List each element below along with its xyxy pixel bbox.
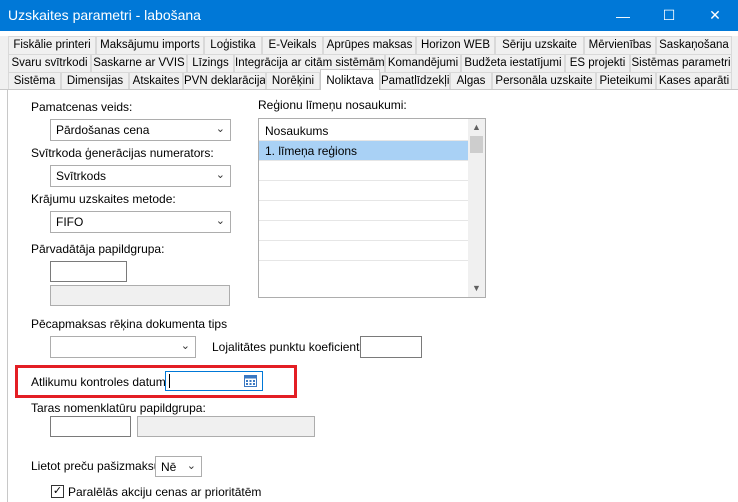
list-item-empty[interactable] xyxy=(259,180,470,200)
tab-mervienibas[interactable]: Mērvienības xyxy=(584,36,656,54)
list-item-empty[interactable] xyxy=(259,260,470,280)
tab-budzeta-iestatijumi[interactable]: Budžeta iestatījumi xyxy=(461,54,565,72)
goods-nomenclature-subgroup-label: Taras nomenklatūru papildgrupa: xyxy=(31,401,206,415)
inventory-method-label: Krājumu uzskaites metode: xyxy=(31,192,176,206)
barcode-generator-value: Svītrkods xyxy=(56,169,107,183)
balance-control-date-input[interactable] xyxy=(165,371,263,391)
tab-logistika[interactable]: Loģistika xyxy=(204,36,262,54)
minimize-button[interactable]: — xyxy=(600,0,646,31)
tab-sistema[interactable]: Sistēma xyxy=(8,72,61,90)
base-price-type-value: Pārdošanas cena xyxy=(56,123,150,137)
scroll-thumb[interactable] xyxy=(470,136,483,153)
tab-pieteikumi[interactable]: Pieteikumi xyxy=(596,72,656,90)
tab-algas[interactable]: Algas xyxy=(450,72,492,90)
tab-norekini[interactable]: Norēķini xyxy=(266,72,320,90)
maximize-button[interactable]: ☐ xyxy=(646,0,692,31)
chevron-down-icon: ⌄ xyxy=(215,169,225,181)
balance-control-date-label: Atlikumu kontroles datums: xyxy=(31,375,176,389)
tab-seriju-uzskaite[interactable]: Sēriju uzskaite xyxy=(495,36,584,54)
tab-dimensijas[interactable]: Dimensijas xyxy=(61,72,129,90)
tab-row-1: Fiskālie printeri Maksājumu imports Loģi… xyxy=(0,36,738,54)
tab-kases-aparati[interactable]: Kases aparāti xyxy=(656,72,732,90)
title-bar: Uzskaites parametri - labošana — ☐ ✕ xyxy=(0,0,738,31)
list-item-empty[interactable] xyxy=(259,220,470,240)
tab-noliktava[interactable]: Noliktava xyxy=(320,69,380,90)
inventory-method-select[interactable]: FIFO ⌄ xyxy=(50,211,231,233)
inventory-method-value: FIFO xyxy=(56,215,84,229)
tab-atskaites[interactable]: Atskaites xyxy=(129,72,183,90)
base-price-type-select[interactable]: Pārdošanas cena ⌄ xyxy=(50,119,231,141)
regions-scrollbar[interactable]: ▲ ▼ xyxy=(468,119,485,297)
seller-subgroup-input[interactable] xyxy=(50,261,127,282)
tab-horizon-web[interactable]: Horizon WEB xyxy=(416,36,495,54)
window-title: Uzskaites parametri - labošana xyxy=(8,7,201,23)
tab-row-3: Sistēma Dimensijas Atskaites PVN deklarā… xyxy=(0,69,738,90)
loyalty-coefficient-input[interactable] xyxy=(360,336,422,358)
list-item-empty[interactable] xyxy=(259,200,470,220)
chevron-down-icon: ⌄ xyxy=(186,460,196,472)
barcode-generator-select[interactable]: Svītrkods ⌄ xyxy=(50,165,231,187)
tab-svaru-svitrkodi[interactable]: Svaru svītrkodi xyxy=(8,54,91,72)
postpaid-doc-type-label: Pēcapmaksas rēķina dokumenta tips xyxy=(31,317,228,331)
tab-maksajumu-imports[interactable]: Maksājumu imports xyxy=(96,36,204,54)
list-item[interactable]: 1. līmeņa reģions xyxy=(259,140,470,160)
tab-lizings[interactable]: Līzings xyxy=(187,54,234,72)
seller-subgroup-label: Pārvadātāja papildgrupa: xyxy=(31,242,165,256)
tab-es-projekti[interactable]: ES projekti xyxy=(565,54,630,72)
noliktava-panel: Pamatcenas veids: Pārdošanas cena ⌄ Svīt… xyxy=(7,90,738,502)
base-price-type-label: Pamatcenas veids: xyxy=(31,100,133,114)
parallel-prices-label: Paralēlās akciju cenas ar prioritātēm xyxy=(68,485,262,499)
list-item-empty[interactable] xyxy=(259,240,470,260)
regions-list-header: Nosaukums xyxy=(265,124,329,138)
tab-sistemas-parametri[interactable]: Sistēmas parametri xyxy=(630,54,732,72)
tab-komandejumi[interactable]: Komandējumi xyxy=(385,54,461,72)
use-goods-attribute-select[interactable]: Nē ⌄ xyxy=(155,456,202,477)
regions-list[interactable]: Nosaukums 1. līmeņa reģions ▲ ▼ xyxy=(258,118,486,298)
seller-subgroup-name-field xyxy=(50,285,230,306)
scroll-up-icon[interactable]: ▲ xyxy=(468,119,485,136)
tab-pvn-deklaracija[interactable]: PVN deklarācija xyxy=(183,72,266,90)
tab-saskarne-ar-vvis[interactable]: Saskarne ar VVIS xyxy=(91,54,187,72)
chevron-down-icon: ⌄ xyxy=(180,340,190,352)
close-button[interactable]: ✕ xyxy=(692,0,738,31)
regions-label: Reģionu līmeņu nosaukumi: xyxy=(258,98,407,112)
barcode-generator-label: Svītrkoda ģenerācijas numerators: xyxy=(31,146,214,160)
goods-nomenclature-subgroup-name-field xyxy=(137,416,315,437)
loyalty-coefficient-label: Lojalitātes punktu koeficients: xyxy=(212,340,369,354)
scroll-down-icon[interactable]: ▼ xyxy=(468,280,485,297)
tab-pamatlidzekli[interactable]: Pamatlīdzekļi xyxy=(380,72,450,90)
goods-nomenclature-subgroup-input[interactable] xyxy=(50,416,131,437)
tab-personala-uzskaite[interactable]: Personāla uzskaite xyxy=(492,72,596,90)
calendar-icon[interactable] xyxy=(244,374,257,390)
tab-saskanosana[interactable]: Saskaņošana xyxy=(656,36,732,54)
chevron-down-icon: ⌄ xyxy=(215,123,225,135)
tab-e-veikals[interactable]: E-Veikals xyxy=(262,36,323,54)
tab-fiskalie-printeri[interactable]: Fiskālie printeri xyxy=(8,36,96,54)
parallel-prices-checkbox[interactable]: ✓ xyxy=(51,485,64,498)
tab-aprupes-maksas[interactable]: Aprūpes maksas xyxy=(323,36,416,54)
postpaid-doc-type-select[interactable]: ⌄ xyxy=(50,336,196,358)
use-goods-attribute-label: Lietot preču pašizmaksu: xyxy=(31,459,164,473)
use-goods-attribute-value: Nē xyxy=(161,460,177,474)
chevron-down-icon: ⌄ xyxy=(215,215,225,227)
list-item-empty[interactable] xyxy=(259,160,470,180)
text-cursor xyxy=(169,374,170,388)
